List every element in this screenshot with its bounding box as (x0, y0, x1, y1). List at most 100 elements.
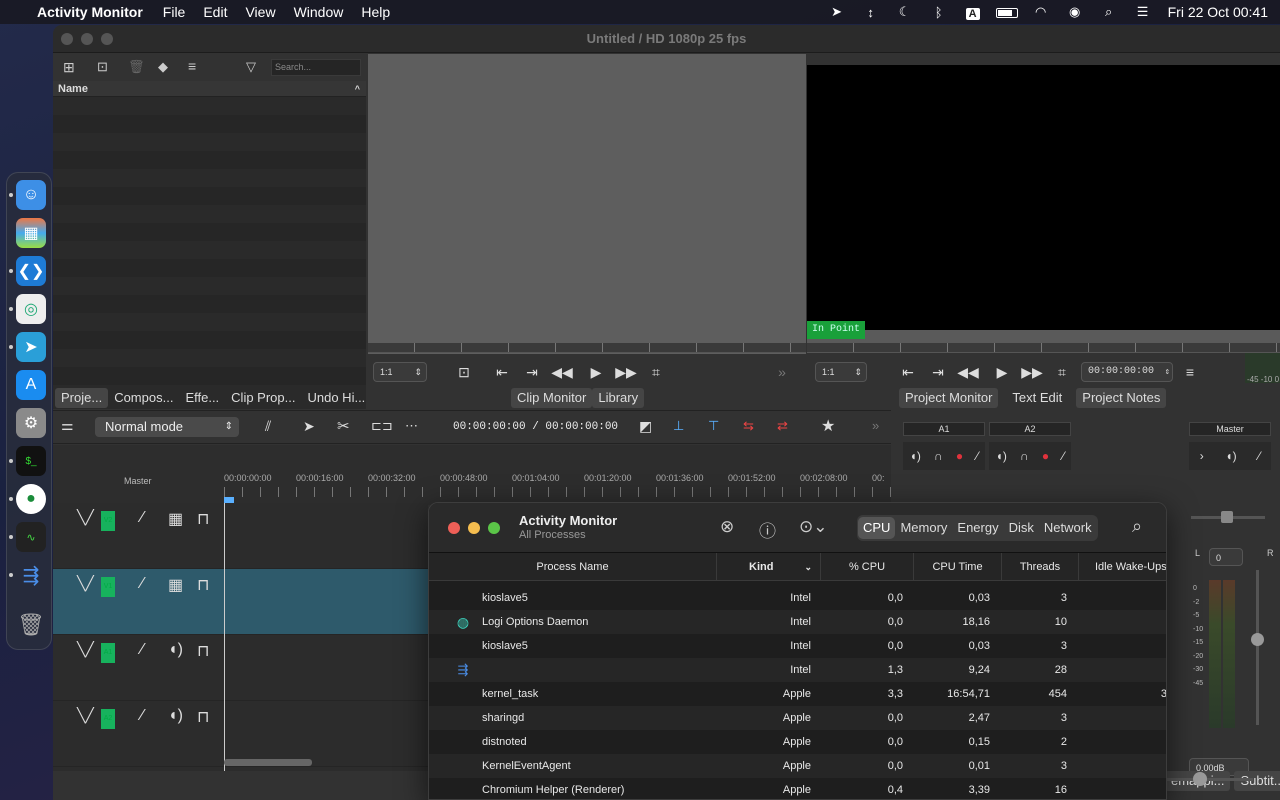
table-row[interactable]: kioslave5 Intel 0,0 0,03 3 (429, 586, 1166, 610)
record-icon[interactable]: ● (956, 449, 963, 463)
trash-icon[interactable]: 🗑 (16, 610, 46, 640)
chrome-icon[interactable]: ◎ (16, 294, 46, 324)
tab-library[interactable]: Library (592, 388, 645, 408)
speaker-icon[interactable]: ◖) (168, 641, 183, 659)
film-icon[interactable]: ▦ (168, 509, 183, 529)
collapse-icon[interactable]: ╲╱ (77, 509, 94, 526)
snap-icon[interactable]: ⫽ (265, 418, 271, 435)
user-icon[interactable]: ◉ (1058, 4, 1092, 20)
track-v2[interactable]: ╲╱ V2 ⁄ ▦ ⊓ (53, 503, 428, 569)
filter-icon[interactable]: ▽ (246, 59, 256, 75)
lift-icon[interactable]: ⇆ (743, 418, 754, 434)
fast-forward-icon[interactable]: ▶▶ (1017, 364, 1047, 381)
more-options-icon[interactable]: ⊙⌄ (799, 517, 828, 537)
effects-icon[interactable]: ⁄ (141, 641, 144, 659)
play-icon[interactable]: ▶ (987, 364, 1017, 381)
collapse-icon[interactable]: ╲╱ (77, 641, 94, 658)
split-view-icon[interactable]: ◩ (639, 418, 652, 435)
col-cpu-time[interactable]: CPU Time (914, 553, 1002, 581)
master-volume-slider[interactable] (1251, 570, 1264, 725)
col-cpu[interactable]: % CPU (821, 553, 914, 581)
lock-icon[interactable]: ⊓ (197, 641, 209, 661)
sort-up-icon[interactable]: ^ (355, 81, 360, 97)
play-icon[interactable]: ▶ (581, 364, 611, 381)
zoom-button[interactable] (101, 33, 113, 45)
menu-help[interactable]: Help (352, 4, 399, 20)
kdenlive-icon[interactable]: ⇶ (16, 560, 46, 590)
crop-icon[interactable]: ⌗ (1047, 364, 1077, 381)
playhead-line[interactable] (224, 503, 225, 771)
fullscreen-icon[interactable]: ⊡ (449, 364, 479, 381)
location-icon[interactable]: ➤ (820, 4, 854, 20)
delete-icon[interactable]: 🗑 (128, 59, 145, 75)
mongodb-icon[interactable]: ● (16, 484, 46, 514)
tab-energy[interactable]: Energy (952, 517, 1003, 539)
menu-icon[interactable]: ≡ (1175, 364, 1205, 380)
collapse-icon[interactable]: ╲╱ (77, 575, 94, 592)
transfer-arrows-icon[interactable]: ↕ (854, 5, 888, 20)
finder-icon[interactable]: ☺ (16, 180, 46, 210)
tab-cpu[interactable]: CPU (858, 517, 896, 539)
terminal-icon[interactable]: $_ (16, 446, 46, 476)
tab-project-bin[interactable]: Proje... (55, 388, 109, 408)
headphones-icon[interactable]: ∩ (934, 449, 943, 463)
effects-icon[interactable]: ⁄ (1062, 449, 1064, 463)
table-row[interactable]: ⇶ Intel 1,3 9,24 28 (429, 658, 1166, 682)
search-icon[interactable]: ⌕ (1132, 516, 1142, 537)
track-a2[interactable]: ╲╱ A2 ⁄ ◖) ⊓ (53, 701, 428, 767)
rewind-icon[interactable]: ◀◀ (953, 364, 983, 381)
table-row[interactable]: KernelEventAgent Apple 0,0 0,01 3 (429, 754, 1166, 778)
menu-icon[interactable]: ≡ (188, 58, 196, 74)
set-in-point-icon[interactable]: ⇤ (893, 364, 923, 381)
tab-network[interactable]: Network (1039, 517, 1097, 539)
track-v1[interactable]: ╲╱ V1 ⁄ ▦ ⊓ (53, 569, 428, 635)
tab-compositions[interactable]: Compos... (108, 388, 179, 408)
mute-icon[interactable]: ◖) (910, 449, 921, 463)
effects-icon[interactable]: ⁄ (976, 449, 978, 463)
tab-undo-history[interactable]: Undo Hi... (301, 388, 371, 408)
project-monitor-view[interactable] (807, 65, 1280, 330)
edit-mode-select[interactable]: Normal mode ⇕ (95, 417, 239, 437)
track-a1[interactable]: ╲╱ A1 ⁄ ◖) ⊓ (53, 635, 428, 701)
collapse-icon[interactable]: ╲╱ (77, 707, 94, 724)
overwrite-icon[interactable]: ⊤ (708, 418, 719, 434)
menu-view[interactable]: View (236, 4, 284, 20)
clip-monitor-view[interactable] (368, 54, 806, 354)
telegram-icon[interactable]: ➤ (16, 332, 46, 362)
battery-icon[interactable] (990, 5, 1024, 20)
project-monitor-zone[interactable] (807, 330, 1280, 343)
headphones-icon[interactable]: ∩ (1020, 449, 1029, 463)
clip-monitor-ruler[interactable] (368, 343, 806, 353)
record-icon[interactable]: ● (1042, 449, 1049, 463)
timeline-scrollbar[interactable] (224, 759, 312, 766)
stop-process-icon[interactable]: ⊗ (720, 517, 734, 537)
effects-icon[interactable]: ⁄ (141, 707, 144, 725)
set-in-point-icon[interactable]: ⇤ (487, 364, 517, 381)
more-icon[interactable]: » (767, 364, 797, 380)
col-idle-wake-ups[interactable]: Idle Wake-Ups (1079, 553, 1166, 581)
table-row[interactable]: Chromium Helper (Renderer) Apple 0,4 3,39 16 (429, 778, 1166, 799)
tab-memory[interactable]: Memory (895, 517, 952, 539)
minimize-button[interactable] (468, 522, 480, 534)
lock-icon[interactable]: ⊓ (197, 707, 209, 727)
clock[interactable]: Fri 22 Oct 00:41 (1160, 4, 1268, 20)
col-kind[interactable]: Kind ⌄ (717, 553, 821, 581)
more-icon[interactable]: » (872, 418, 879, 433)
tab-text-edit[interactable]: Text Edit (1006, 388, 1068, 408)
activity-monitor-icon[interactable]: ∿ (16, 522, 46, 552)
lock-icon[interactable]: ⊓ (197, 509, 209, 529)
table-row[interactable]: kernel_task Apple 3,3 16:54,71 454 3 (429, 682, 1166, 706)
tab-clip-monitor[interactable]: Clip Monitor (511, 388, 593, 408)
folder-icon[interactable]: ⊡ (97, 59, 108, 75)
set-out-point-icon[interactable]: ⇥ (923, 364, 953, 381)
search-icon[interactable]: ⌕ (1092, 4, 1126, 20)
extract-icon[interactable]: ⇄ (777, 418, 788, 434)
fast-forward-icon[interactable]: ▶▶ (611, 364, 641, 381)
chevron-right-icon[interactable]: › (1200, 449, 1204, 463)
tab-project-notes[interactable]: Project Notes (1076, 388, 1167, 408)
menu-window[interactable]: Window (285, 4, 353, 20)
tag-icon[interactable]: ◆ (158, 59, 168, 75)
balance-field[interactable]: 0 (1209, 548, 1243, 566)
lock-icon[interactable]: ⊓ (197, 575, 209, 595)
zoom-slider[interactable] (1163, 772, 1253, 786)
